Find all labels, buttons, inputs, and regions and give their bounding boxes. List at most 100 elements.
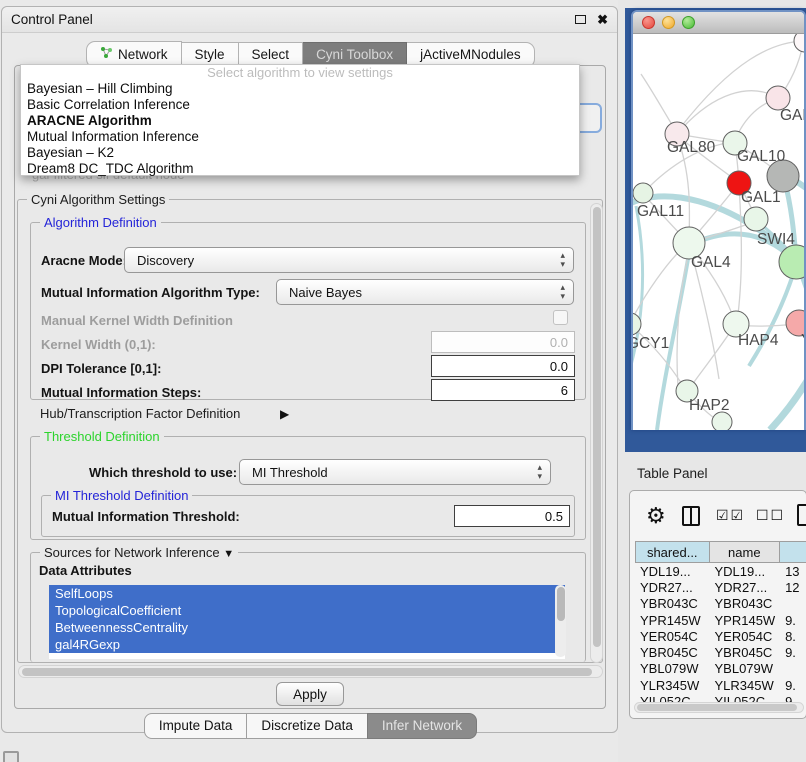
combo-arrows-icon [560,251,565,269]
deselect-all-icon[interactable] [756,507,785,524]
data-attributes-label: Data Attributes [39,563,132,578]
aracne-mode-label: Aracne Mode: [41,253,127,268]
node-label: GAL1 [741,189,781,206]
attribute-item[interactable]: TopologicalCoefficient [49,602,565,619]
apply-button[interactable]: Apply [276,682,344,706]
select-all-icon[interactable] [716,507,745,524]
algorithm-dropdown-items: Bayesian – Hill ClimbingBasic Correlatio… [21,81,579,177]
which-threshold-combo[interactable]: MI Threshold [239,459,551,485]
dropdown-item[interactable]: Bayesian – Hill Climbing [21,81,579,97]
bottom-tab-impute-data[interactable]: Impute Data [144,713,248,739]
table-cell: YBL079W [635,661,710,676]
bottom-tab-discretize-data[interactable]: Discretize Data [246,713,368,739]
minimize-traffic-light-icon[interactable] [662,16,675,29]
node-label: GAL80 [667,139,716,156]
sources-group-title[interactable]: Sources for Network Inference [40,545,238,560]
which-threshold-value: MI Threshold [252,465,328,480]
collapse-arrow-icon[interactable] [223,545,234,560]
minimized-panel-icon[interactable] [3,751,19,762]
table-cell: YDL19... [635,564,710,579]
node-label: HAP4 [738,332,779,349]
new-table-icon[interactable] [797,504,806,526]
sources-title-text: Sources for Network Inference [44,545,220,560]
settings-horizontal-scrollbar[interactable] [18,665,603,678]
threshold-definition-group: Threshold Definition Which threshold to … [30,436,586,540]
kernel-width-label: Kernel Width (0,1): [41,337,156,352]
aracne-mode-combo[interactable]: Discovery [124,247,574,273]
settings-vertical-scrollbar[interactable] [590,203,603,663]
node-label: SWI4 [757,231,795,248]
screen: Control Panel NetworkStyleSelectCyni Too… [0,0,806,762]
close-traffic-light-icon[interactable] [642,16,655,29]
columns-icon[interactable] [682,506,700,526]
table-cell: YBR045C [635,645,710,660]
sources-group: Sources for Network Inference Data Attri… [30,552,586,662]
gear-icon[interactable] [646,503,666,529]
mi-threshold-label: Mutual Information Threshold: [52,509,240,524]
mi-steps-field[interactable] [431,379,575,401]
dropdown-item[interactable]: Bayesian – K2 [21,145,579,161]
network-node[interactable] [633,183,653,203]
dropdown-item[interactable]: ARACNE Algorithm [21,113,579,129]
node-table: shared...name YDL19...YDL19...13YDR27...… [635,541,806,702]
manual-kernel-checkbox[interactable] [553,310,568,325]
table-cell: YBR043C [635,596,710,611]
attribute-item[interactable]: SelfLoops [49,585,565,602]
hub-definition-label[interactable]: Hub/Transcription Factor Definition [40,406,240,421]
node-label: GAL11 [637,203,684,220]
algorithm-dropdown[interactable]: Select algorithm to view settings Bayesi… [20,64,580,176]
table-row[interactable]: YBR045CYBR045C9. [635,644,806,660]
attributes-scrollbar[interactable] [555,585,566,657]
dropdown-hint: Select algorithm to view settings [21,65,579,81]
dropdown-item[interactable]: Dream8 DC_TDC Algorithm [21,161,579,177]
bottom-tab-infer-network[interactable]: Infer Network [367,713,477,739]
close-icon[interactable] [597,13,608,26]
table-cell: YBR045C [710,645,781,660]
network-node[interactable] [744,207,768,231]
float-window-icon[interactable] [575,15,586,24]
table-row[interactable]: YBR043CYBR043C [635,596,806,612]
table-row[interactable]: YPR145WYPR145W9. [635,612,806,628]
column-header[interactable] [780,541,806,563]
network-node[interactable] [794,34,804,52]
dropdown-item[interactable]: Mutual Information Inference [21,129,579,145]
algorithm-definition-group: Algorithm Definition Aracne Mode: Discov… [30,222,586,400]
network-canvas[interactable]: GALGAL80GAL10GAL1GAL11SWI4GAL4GCY1HAP4YH… [633,34,804,430]
table-row[interactable]: YDR27...YDR27...12 [635,579,806,595]
attribute-item[interactable]: BetweennessCentrality [49,619,565,636]
attribute-item[interactable]: gal4RGexp [49,636,565,653]
table-cell: YER054C [710,629,781,644]
dpi-tolerance-field[interactable] [431,355,575,377]
algorithm-definition-title: Algorithm Definition [40,215,161,230]
table-row[interactable]: YIL052CYIL052C9 [635,693,806,702]
table-horizontal-scrollbar[interactable] [634,702,804,713]
network-node-labels: GALGAL80GAL10GAL1GAL11SWI4GAL4GCY1HAP4YH… [633,107,804,414]
kernel-width-field[interactable] [431,331,575,353]
network-node[interactable] [712,412,732,430]
table-row[interactable]: YLR345WYLR345W9. [635,677,806,693]
column-header[interactable]: name [710,541,781,563]
table-body: YDL19...YDL19...13YDR27...YDR27...12YBR0… [635,563,806,702]
mi-type-combo[interactable]: Naive Bayes [276,279,574,305]
expand-arrow-icon[interactable] [280,406,289,421]
aracne-mode-value: Discovery [137,253,194,268]
zoom-traffic-light-icon[interactable] [682,16,695,29]
dropdown-item[interactable]: Basic Correlation Inference [21,97,579,113]
node-label: HAP2 [689,397,730,414]
control-panel-window: Control Panel NetworkStyleSelectCyni Too… [1,6,618,733]
which-threshold-label: Which threshold to use: [89,465,237,480]
table-row[interactable]: YER054CYER054C8. [635,628,806,644]
table-cell: 9. [780,613,806,628]
table-row[interactable]: YBL079WYBL079W [635,661,806,677]
table-cell: YDR27... [710,580,781,595]
data-attributes-list[interactable]: SelfLoopsTopologicalCoefficientBetweenne… [49,585,565,659]
threshold-definition-title: Threshold Definition [40,429,164,444]
mi-threshold-field[interactable] [454,505,570,527]
control-panel-title: Control Panel [11,12,575,27]
table-row[interactable]: YDL19...YDL19...13 [635,563,806,579]
cyni-settings-group-title: Cyni Algorithm Settings [27,192,169,207]
column-header[interactable]: shared... [635,541,710,563]
tab-label: Network [118,47,168,62]
node-label: GAL4 [691,254,731,271]
table-cell: 9. [780,678,806,693]
